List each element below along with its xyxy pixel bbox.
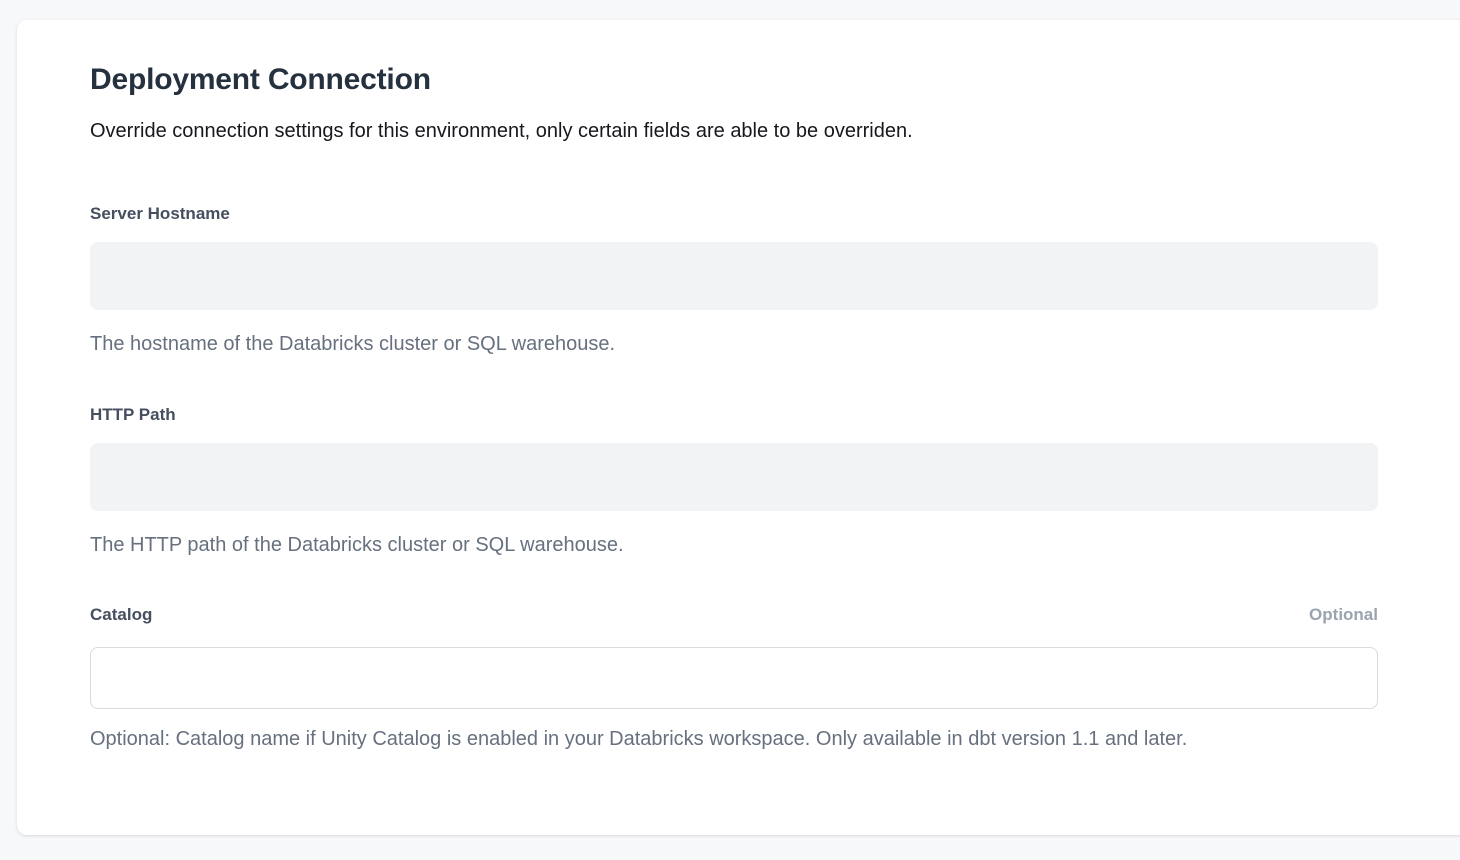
catalog-label: Catalog	[90, 604, 152, 626]
page-subtitle: Override connection settings for this en…	[90, 118, 1378, 145]
field-group-server-hostname: Server Hostname The hostname of the Data…	[90, 203, 1378, 357]
server-hostname-label: Server Hostname	[90, 203, 230, 225]
deployment-connection-card: Deployment Connection Override connectio…	[17, 20, 1460, 835]
server-hostname-input	[90, 242, 1378, 310]
field-group-catalog: Catalog Optional Optional: Catalog name …	[90, 604, 1378, 752]
page-title: Deployment Connection	[90, 61, 1378, 99]
catalog-optional-badge: Optional	[1309, 604, 1378, 626]
catalog-input[interactable]	[90, 647, 1378, 709]
http-path-input	[90, 443, 1378, 511]
catalog-help: Optional: Catalog name if Unity Catalog …	[90, 726, 1378, 752]
http-path-help: The HTTP path of the Databricks cluster …	[90, 532, 1378, 558]
http-path-label: HTTP Path	[90, 404, 176, 426]
field-group-http-path: HTTP Path The HTTP path of the Databrick…	[90, 404, 1378, 558]
server-hostname-help: The hostname of the Databricks cluster o…	[90, 331, 1378, 357]
card-content: Deployment Connection Override connectio…	[90, 20, 1378, 752]
